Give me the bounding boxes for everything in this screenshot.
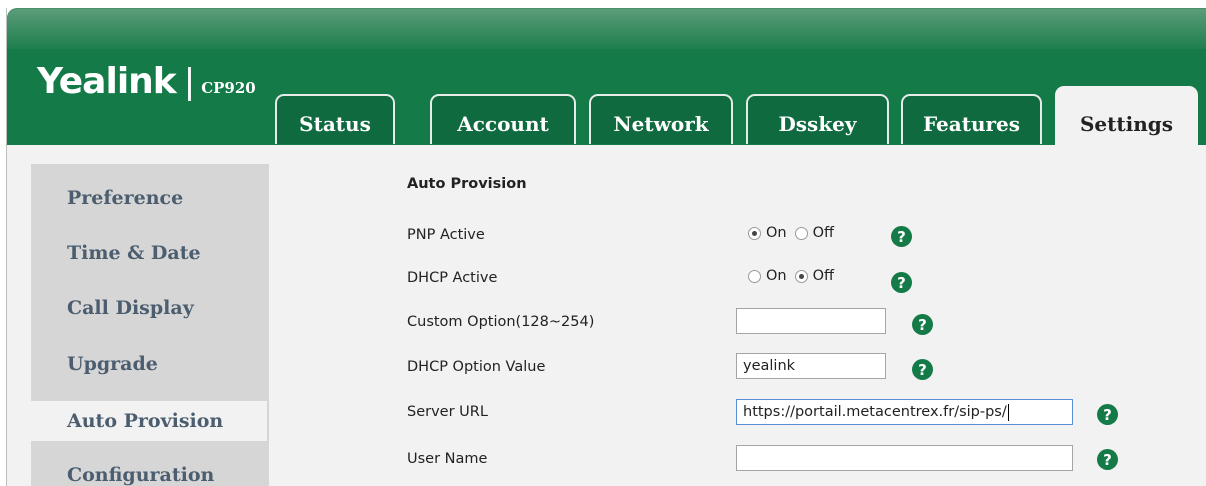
pnp-active-on-radio[interactable]: [748, 226, 761, 240]
user-name-input[interactable]: [736, 445, 1073, 471]
dhcp-option-value-input[interactable]: yealink: [736, 353, 886, 379]
content-area: Preference Time & Date Call Display Upgr…: [7, 145, 1206, 486]
yealink-logo: Yealink | CP920: [37, 61, 256, 102]
dhcp-active-label: DHCP Active: [407, 270, 498, 286]
user-name-label: User Name: [407, 451, 488, 467]
pnp-active-off-radio[interactable]: [794, 226, 808, 240]
dhcp-active-off-label: Off: [812, 268, 835, 284]
sidebar-item-upgrade[interactable]: Upgrade: [67, 353, 158, 375]
dhcp-active-help-icon[interactable]: ?: [891, 272, 912, 293]
tab-features[interactable]: Features: [901, 94, 1042, 144]
sidebar-item-time-date[interactable]: Time & Date: [67, 242, 201, 264]
server-url-input[interactable]: https://portail.metacentrex.fr/sip-ps/: [736, 399, 1073, 425]
dhcp-active-on-label: On: [766, 268, 787, 284]
brand-name: Yealink: [37, 61, 177, 102]
brand-separator: |: [183, 62, 196, 102]
header-bar: Yealink | CP920 Status Account Network D…: [7, 8, 1206, 148]
tab-network[interactable]: Network: [589, 94, 733, 144]
pnp-active-radio-group: On Off: [748, 225, 842, 241]
sidebar-item-call-display[interactable]: Call Display: [67, 297, 194, 319]
server-url-help-icon[interactable]: ?: [1097, 404, 1118, 425]
settings-sidebar: Preference Time & Date Call Display Upgr…: [27, 164, 269, 486]
custom-option-input[interactable]: [736, 308, 886, 334]
user-name-help-icon[interactable]: ?: [1097, 449, 1118, 470]
dhcp-active-radio-group: On Off: [748, 268, 842, 284]
dhcp-active-off-radio[interactable]: [794, 269, 808, 283]
header-top-band: [7, 9, 1206, 49]
pnp-active-off-label: Off: [812, 225, 835, 241]
dhcp-option-value-label: DHCP Option Value: [407, 359, 546, 375]
section-title: Auto Provision: [407, 176, 527, 192]
dhcp-option-value-help-icon[interactable]: ?: [912, 359, 933, 380]
sidebar-item-auto-provision[interactable]: Auto Provision: [27, 401, 267, 441]
sidebar-item-configuration[interactable]: Configuration: [67, 464, 214, 486]
text-caret: [1007, 403, 1009, 421]
pnp-active-label: PNP Active: [407, 227, 485, 243]
server-url-label: Server URL: [407, 404, 488, 420]
server-url-value: https://portail.metacentrex.fr/sip-ps/: [743, 404, 1007, 420]
sidebar-item-preference[interactable]: Preference: [67, 187, 183, 209]
custom-option-help-icon[interactable]: ?: [912, 314, 933, 335]
pnp-active-help-icon[interactable]: ?: [891, 226, 912, 247]
tab-dsskey[interactable]: Dsskey: [746, 94, 889, 144]
dhcp-active-on-radio[interactable]: [748, 269, 761, 283]
tab-settings[interactable]: Settings: [1055, 86, 1198, 148]
tab-account[interactable]: Account: [430, 94, 576, 144]
model-name: CP920: [201, 79, 256, 97]
custom-option-label: Custom Option(128~254): [407, 314, 595, 330]
tab-status[interactable]: Status: [275, 94, 395, 144]
web-ui-frame: Yealink | CP920 Status Account Network D…: [6, 8, 1206, 486]
pnp-active-on-label: On: [766, 225, 787, 241]
